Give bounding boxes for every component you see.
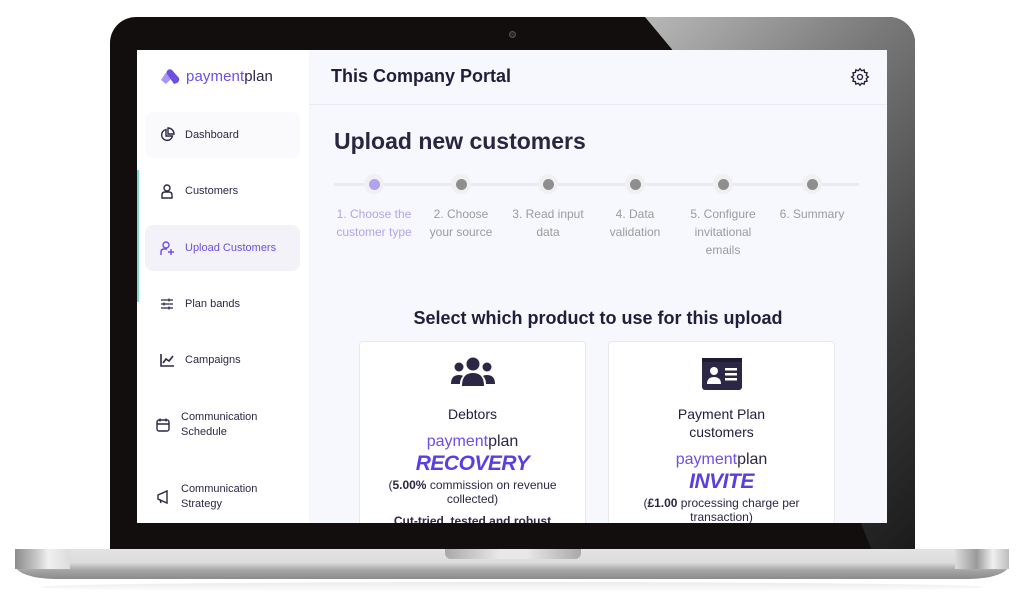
step-dot [543, 179, 554, 190]
product-card-name: Debtors [447, 406, 498, 422]
step-dot [807, 179, 818, 190]
portal-title: This Company Portal [331, 66, 512, 86]
users-group-icon [450, 357, 495, 386]
sidebar-item-label: Communication Strategy [181, 483, 258, 510]
sidebar-scroll-indicator [137, 170, 139, 302]
laptop-camera [509, 31, 516, 38]
product-card-recovery[interactable]: Debtors paymentplan RECOVERY (5.00% comm… [359, 341, 586, 523]
step-label: 2. Choose your source [429, 207, 493, 239]
laptop-base-right-edge [955, 549, 1009, 569]
laptop-notch [445, 549, 581, 559]
page-title: Upload new customers [334, 128, 586, 154]
settings-gear-icon[interactable] [850, 67, 870, 87]
sidebar-item-campaigns[interactable]: Campaigns [145, 337, 300, 383]
sidebar-item-label: Plan bands [185, 297, 241, 310]
user-plus-icon [159, 240, 175, 256]
step-label: 6. Summary [779, 207, 845, 221]
sidebar-item-label: Dashboard [185, 128, 239, 141]
product-fee: (£1.00 processing charge per transaction… [643, 496, 800, 523]
upload-stepper: 1. Choose the customer type 2. Choose yo… [334, 174, 859, 277]
step-label: 1. Choose the customer type [336, 207, 412, 239]
app-screen: paymentplan Dashboard Customers Upload C… [137, 50, 887, 523]
step-dot [456, 179, 467, 190]
product-fee: (5.00% commission on revenue collected) [388, 478, 557, 506]
product-brand: paymentplan [426, 433, 519, 450]
product-card-invite[interactable]: Payment Plan customers paymentplan INVIT… [608, 341, 835, 523]
stepper-track [334, 183, 859, 186]
sidebar-item-upload-customers[interactable]: Upload Customers [145, 225, 300, 271]
step-dot [369, 179, 380, 190]
sidebar-item-customers[interactable]: Customers [145, 168, 300, 214]
product-name: RECOVERY [415, 452, 530, 475]
sidebar-item-label: Customers [185, 184, 239, 197]
step-dot [718, 179, 729, 190]
megaphone-icon [155, 489, 171, 505]
sidebar-item-dashboard[interactable]: Dashboard [145, 112, 300, 158]
product-name: INVITE [689, 470, 754, 493]
sliders-icon [159, 296, 175, 312]
sidebar-item-label: Communication Schedule [181, 411, 258, 438]
step-label: 5. Configure invitational emails [690, 207, 756, 257]
logo-mark-icon [161, 69, 180, 84]
top-bar: This Company Portal [309, 50, 887, 105]
laptop-base-left-edge [15, 549, 70, 569]
user-icon [159, 183, 175, 199]
sidebar: paymentplan Dashboard Customers Upload C… [137, 50, 309, 523]
sidebar-item-communication-schedule[interactable]: Communication Schedule [141, 402, 296, 448]
id-card-icon [701, 358, 742, 390]
pie-chart-icon [159, 127, 175, 143]
step-dot [630, 179, 641, 190]
product-card-name: Payment Plan customers [677, 406, 766, 440]
product-brand: paymentplan [675, 451, 768, 468]
brand-logo[interactable]: paymentplan [159, 67, 273, 85]
step-label: 4. Data validation [609, 207, 661, 239]
trending-chart-icon [159, 352, 175, 368]
laptop-shadow [40, 582, 984, 592]
sidebar-item-label: Upload Customers [185, 241, 277, 254]
sidebar-item-label: Campaigns [185, 353, 241, 366]
sidebar-item-plan-bands[interactable]: Plan bands [145, 281, 300, 327]
product-extra-note: Cut-tried, tested and robust [393, 514, 552, 523]
sidebar-item-communication-strategy[interactable]: Communication Strategy [141, 474, 296, 520]
step-label: 3. Read input data [512, 207, 584, 239]
calendar-icon [155, 417, 171, 433]
brand-name: paymentplan [186, 67, 273, 85]
select-product-heading: Select which product to use for this upl… [413, 308, 783, 328]
